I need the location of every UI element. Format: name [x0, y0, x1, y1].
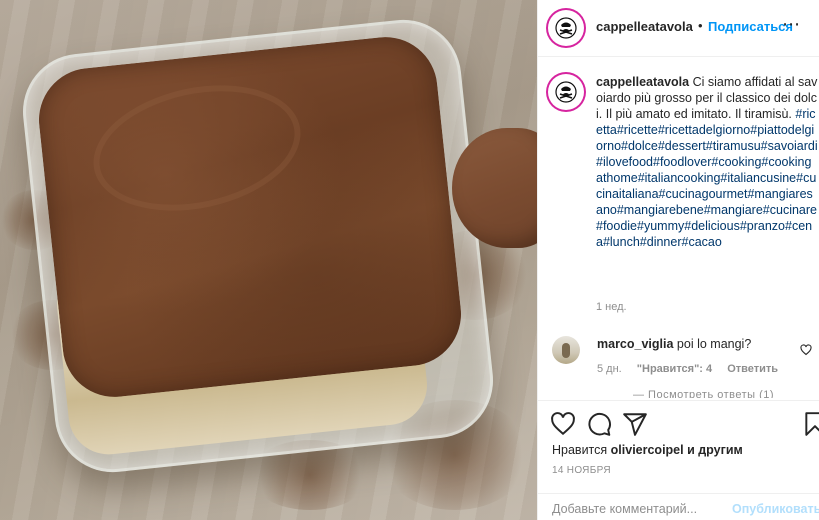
comment-reply-button[interactable]: Ответить: [727, 363, 778, 375]
follow-button[interactable]: Подписаться: [708, 19, 793, 34]
more-options-button[interactable]: ⋯: [782, 14, 801, 35]
likes-username[interactable]: oliviercoipel: [611, 443, 684, 457]
add-comment-bar: Опубликовать: [538, 493, 819, 520]
post-sidebar: cappelleatavola • Подписаться ⋯ cappelle…: [537, 0, 819, 520]
avatar[interactable]: [550, 76, 582, 108]
comment-body: poi lo mangi?: [676, 337, 752, 351]
heart-icon[interactable]: [550, 411, 576, 437]
comment-time[interactable]: 5 дн.: [597, 363, 622, 375]
separator-dot: •: [698, 18, 703, 33]
comments-scroll-area[interactable]: cappelleatavola Ci siamo affidati al sav…: [538, 58, 819, 398]
share-icon[interactable]: [622, 411, 648, 437]
caption-username[interactable]: cappelleatavola: [596, 75, 689, 89]
likes-prefix: Нравится: [552, 443, 608, 457]
add-comment-input[interactable]: [552, 502, 722, 516]
caption-time[interactable]: 1 нед.: [596, 301, 627, 313]
publish-button[interactable]: Опубликовать: [732, 502, 819, 516]
avatar[interactable]: [550, 12, 582, 44]
comment-item: marco_viglia poi lo mangi? 5 дн. "Нравит…: [550, 334, 814, 394]
caption-hashtags[interactable]: #ricetta#ricette#ricettadelgiorno#piatto…: [596, 107, 818, 249]
post-date[interactable]: 14 НОЯБРЯ: [552, 465, 611, 476]
post-header: cappelleatavola • Подписаться ⋯: [538, 0, 819, 57]
post-author-username[interactable]: cappelleatavola: [596, 19, 693, 34]
comment-likes[interactable]: "Нравится": 4: [637, 363, 712, 375]
commenter-username[interactable]: marco_viglia: [597, 337, 673, 351]
comment-icon[interactable]: [586, 411, 612, 437]
post-actions: Нравится oliviercoipel и другим 14 НОЯБР…: [538, 400, 819, 518]
caption-text: cappelleatavola Ci siamo affidati al sav…: [596, 74, 818, 250]
comment-meta: 5 дн. "Нравится": 4 Ответить: [597, 363, 790, 375]
comment-text: marco_viglia poi lo mangi?: [597, 337, 751, 351]
likes-others[interactable]: и другим: [687, 443, 743, 457]
chef-logo-icon: [555, 17, 577, 39]
bookmark-icon[interactable]: [802, 411, 819, 437]
chef-logo-icon: [555, 81, 577, 103]
commenter-avatar[interactable]: [552, 336, 580, 364]
view-replies-button[interactable]: — Посмотреть ответы (1): [633, 389, 774, 398]
post-photo[interactable]: [0, 0, 537, 520]
heart-icon[interactable]: [800, 344, 812, 356]
likes-summary: Нравится oliviercoipel и другим: [552, 443, 743, 457]
